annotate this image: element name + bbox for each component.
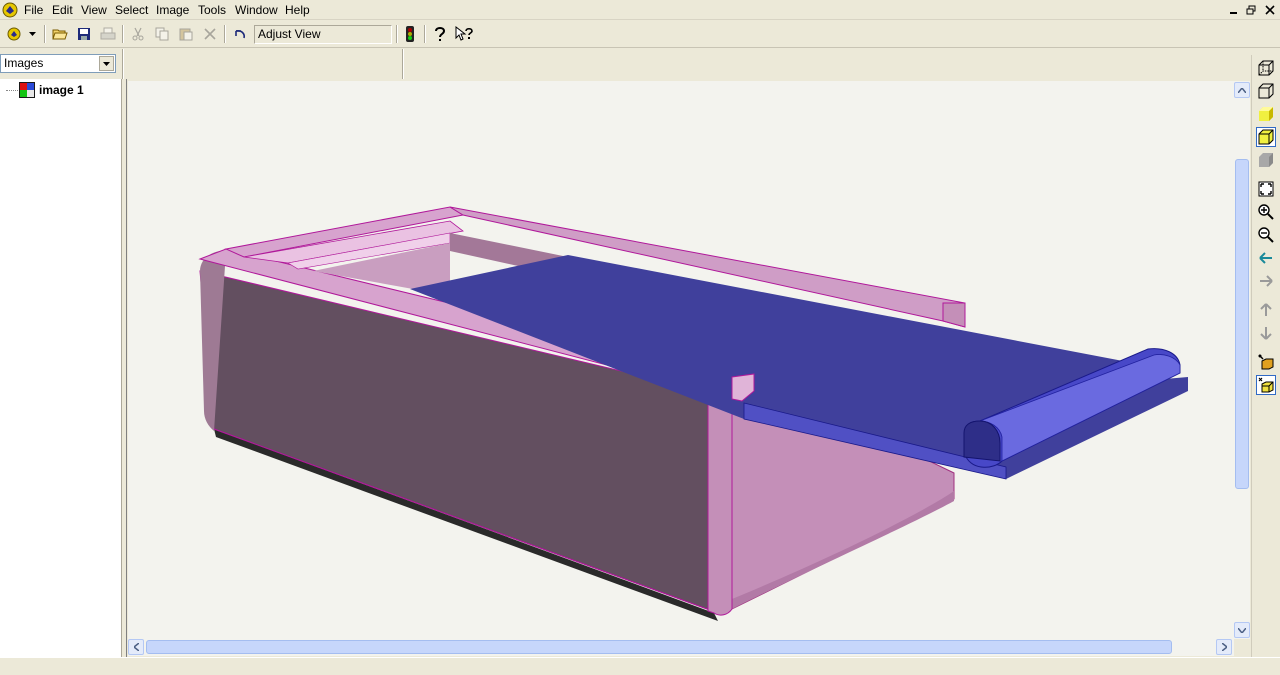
panel-splitter[interactable]	[122, 79, 127, 657]
toolbar-separator	[122, 25, 124, 43]
3d-viewport[interactable]	[128, 81, 1234, 639]
horizontal-scrollbar[interactable]	[128, 639, 1234, 656]
vertical-scrollbar[interactable]	[1234, 81, 1250, 639]
hidden-line-icon[interactable]	[1256, 81, 1276, 101]
pan-left-icon[interactable]	[1256, 248, 1276, 268]
toolbar-separator	[396, 25, 398, 43]
light-icon[interactable]	[1256, 352, 1276, 372]
panel-selector-value: Images	[4, 56, 44, 70]
open-icon[interactable]	[50, 24, 70, 44]
shaded-face-icon[interactable]	[1256, 104, 1276, 124]
paste-icon[interactable]	[176, 24, 196, 44]
app-dropdown-icon[interactable]	[6, 24, 26, 44]
copy-icon[interactable]	[152, 24, 172, 44]
delete-icon[interactable]	[200, 24, 220, 44]
view-mode-field[interactable]: Adjust View	[254, 25, 392, 44]
tree-connector	[6, 89, 18, 91]
horizontal-scroll-thumb[interactable]	[146, 640, 1172, 654]
restore-icon[interactable]	[1243, 3, 1259, 17]
zoom-out-icon[interactable]	[1256, 225, 1276, 245]
3d-model	[198, 206, 1188, 621]
wireframe-icon[interactable]	[1256, 58, 1276, 78]
menu-view[interactable]: View	[79, 3, 109, 17]
vertical-scroll-thumb[interactable]	[1235, 159, 1249, 489]
scrollbar-corner	[1234, 639, 1250, 656]
chevron-down-icon[interactable]	[99, 56, 114, 71]
zoom-in-icon[interactable]	[1256, 202, 1276, 222]
shaded-edges-icon[interactable]	[1256, 127, 1276, 147]
undo-icon[interactable]	[230, 24, 250, 44]
toolbar-separator	[44, 25, 46, 43]
app-icon[interactable]	[2, 2, 18, 18]
render-icon[interactable]	[1256, 375, 1276, 395]
box-corner-strip	[707, 392, 733, 616]
menu-edit[interactable]: Edit	[50, 3, 75, 17]
close-icon[interactable]	[1262, 3, 1278, 17]
panel-header-row: Images	[0, 49, 1280, 79]
view-toolbar	[1251, 55, 1280, 657]
menu-bar: File Edit View Select Image Tools Window…	[0, 0, 1280, 20]
menu-image[interactable]: Image	[154, 3, 191, 17]
scroll-down-icon[interactable]	[1234, 622, 1250, 638]
toolbar-separator	[424, 25, 426, 43]
menu-select[interactable]: Select	[113, 3, 150, 17]
tree-item-image-1[interactable]: image 1	[6, 82, 84, 98]
box-rim-end	[942, 302, 966, 328]
fit-view-icon[interactable]	[1256, 179, 1276, 199]
save-icon[interactable]	[74, 24, 94, 44]
toolbar: Adjust View	[0, 21, 1280, 48]
lid-handle-end	[963, 420, 1001, 462]
traffic-light-icon[interactable]	[400, 24, 420, 44]
menu-file[interactable]: File	[22, 3, 45, 17]
image-icon	[19, 82, 35, 98]
menu-help[interactable]: Help	[283, 3, 312, 17]
scroll-right-icon[interactable]	[1216, 639, 1232, 655]
panel-selector[interactable]: Images	[0, 54, 116, 73]
scroll-up-icon[interactable]	[1234, 82, 1250, 98]
print-icon[interactable]	[98, 24, 118, 44]
context-help-icon[interactable]	[454, 24, 474, 44]
divider	[122, 49, 124, 79]
scroll-left-icon[interactable]	[128, 639, 144, 655]
status-bar	[0, 657, 1280, 675]
toolbar-separator	[224, 25, 226, 43]
chevron-down-icon[interactable]	[26, 24, 38, 44]
help-icon[interactable]	[430, 24, 450, 44]
divider	[402, 49, 404, 79]
menu-window[interactable]: Window	[233, 3, 280, 17]
flat-shaded-icon[interactable]	[1256, 150, 1276, 170]
pan-down-icon[interactable]	[1256, 323, 1276, 343]
image-tree: image 1	[0, 79, 122, 657]
tree-item-label: image 1	[39, 83, 84, 97]
pan-up-icon[interactable]	[1256, 300, 1276, 320]
pan-right-icon[interactable]	[1256, 271, 1276, 291]
menu-tools[interactable]: Tools	[196, 3, 228, 17]
cut-icon[interactable]	[128, 24, 148, 44]
minimize-icon[interactable]	[1226, 3, 1242, 17]
